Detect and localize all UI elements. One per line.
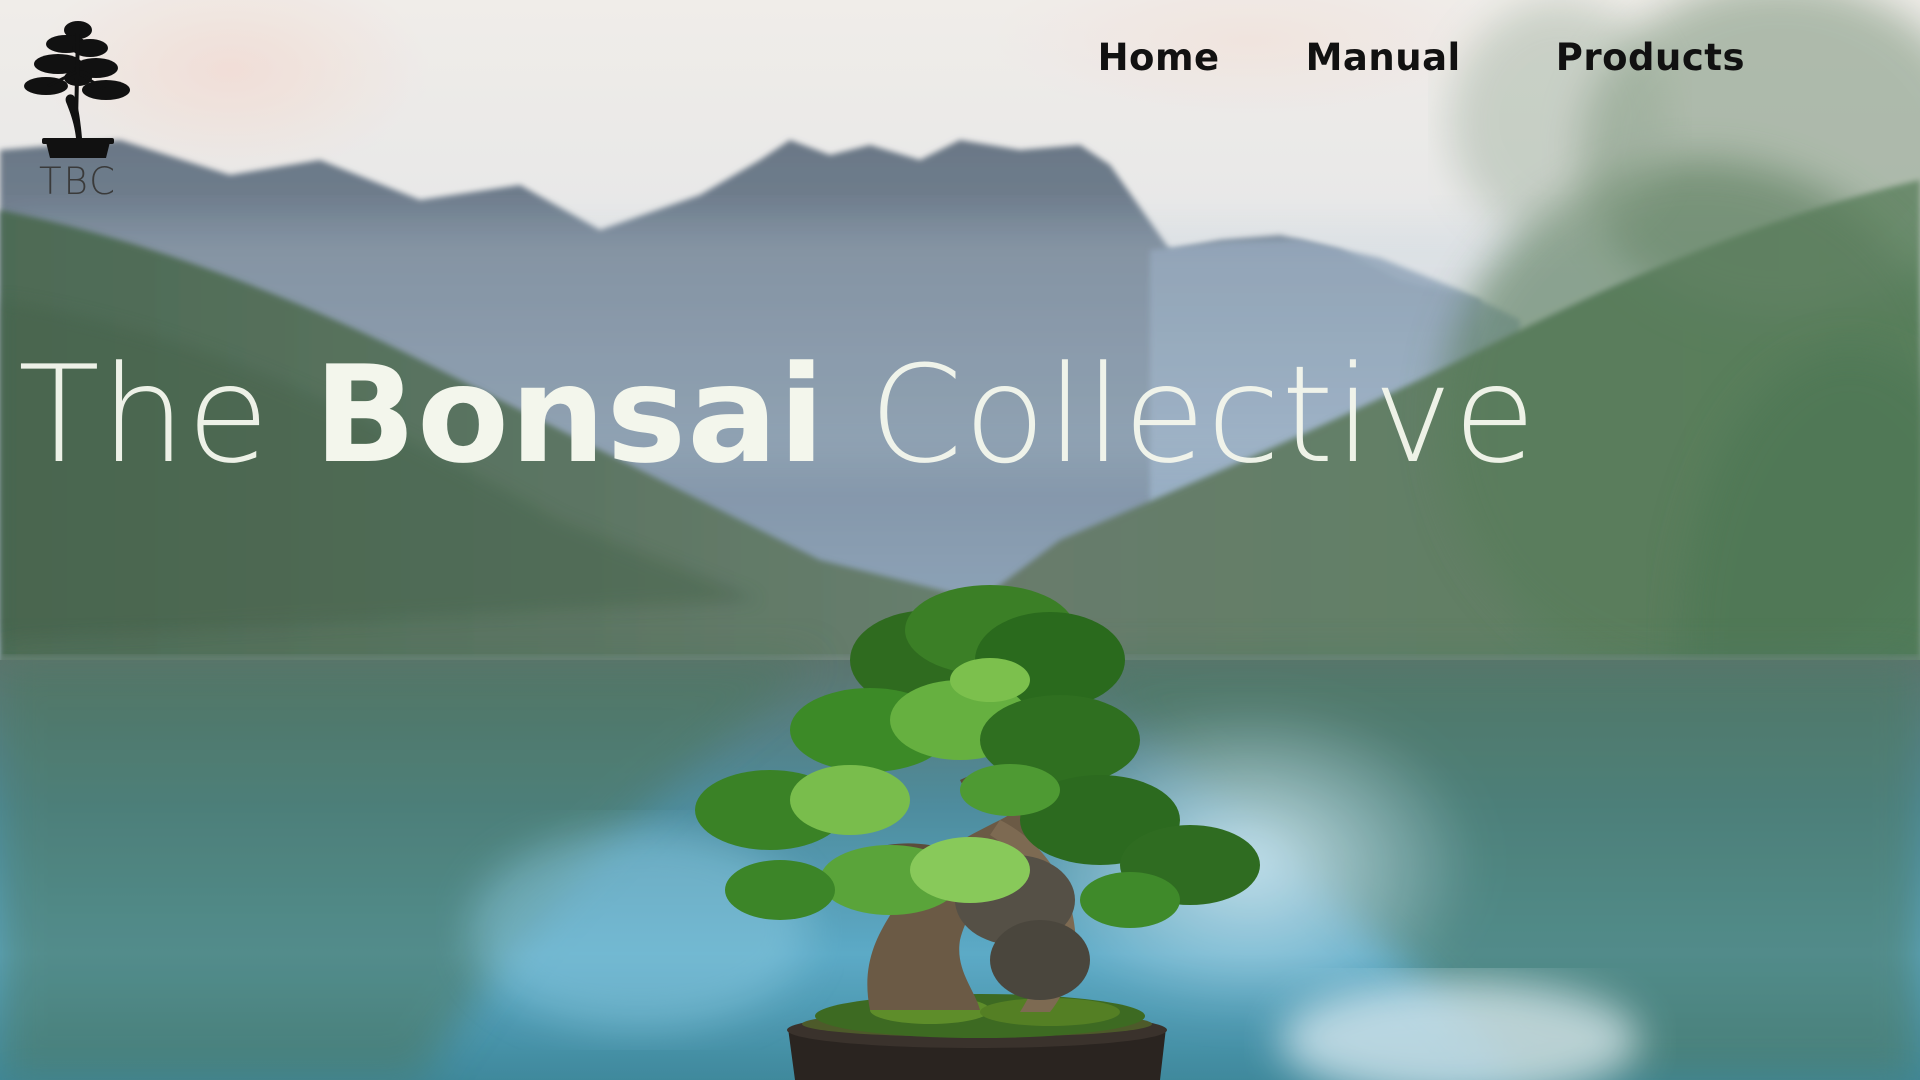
logo-text: TBC (38, 160, 117, 203)
hero-title-prefix: The (18, 337, 271, 493)
hero-title: The Bonsai Collective (18, 348, 1537, 482)
hero-title-bold: Bonsai (313, 337, 826, 493)
bonsai-tree-icon (24, 21, 130, 158)
landscape-background (0, 0, 1920, 1080)
hero-section: TBC Home Manual Products The Bonsai Coll… (0, 0, 1920, 1080)
nav-link-manual[interactable]: Manual (1306, 36, 1461, 79)
nav-link-home[interactable]: Home (1098, 36, 1220, 79)
main-nav: Home Manual Products (1098, 36, 1745, 79)
nav-link-products[interactable]: Products (1556, 36, 1745, 79)
site-logo[interactable]: TBC (18, 12, 138, 212)
hero-title-suffix: Collective (869, 337, 1537, 493)
